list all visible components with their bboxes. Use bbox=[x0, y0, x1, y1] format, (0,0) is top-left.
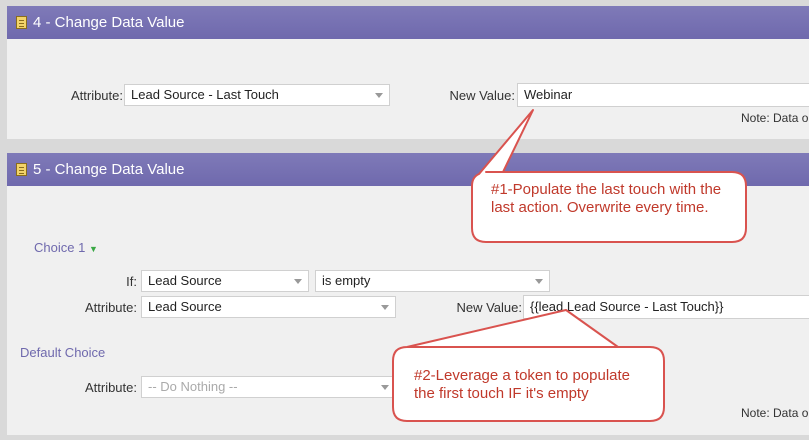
callout-balloons bbox=[392, 109, 747, 422]
callout-2-shape bbox=[392, 309, 665, 422]
callout-1-shape bbox=[471, 109, 747, 243]
callout-2-text: #2-Leverage a token to populate the firs… bbox=[414, 367, 630, 402]
callout-1-text: #1-Populate the last touch with the last… bbox=[491, 181, 722, 216]
